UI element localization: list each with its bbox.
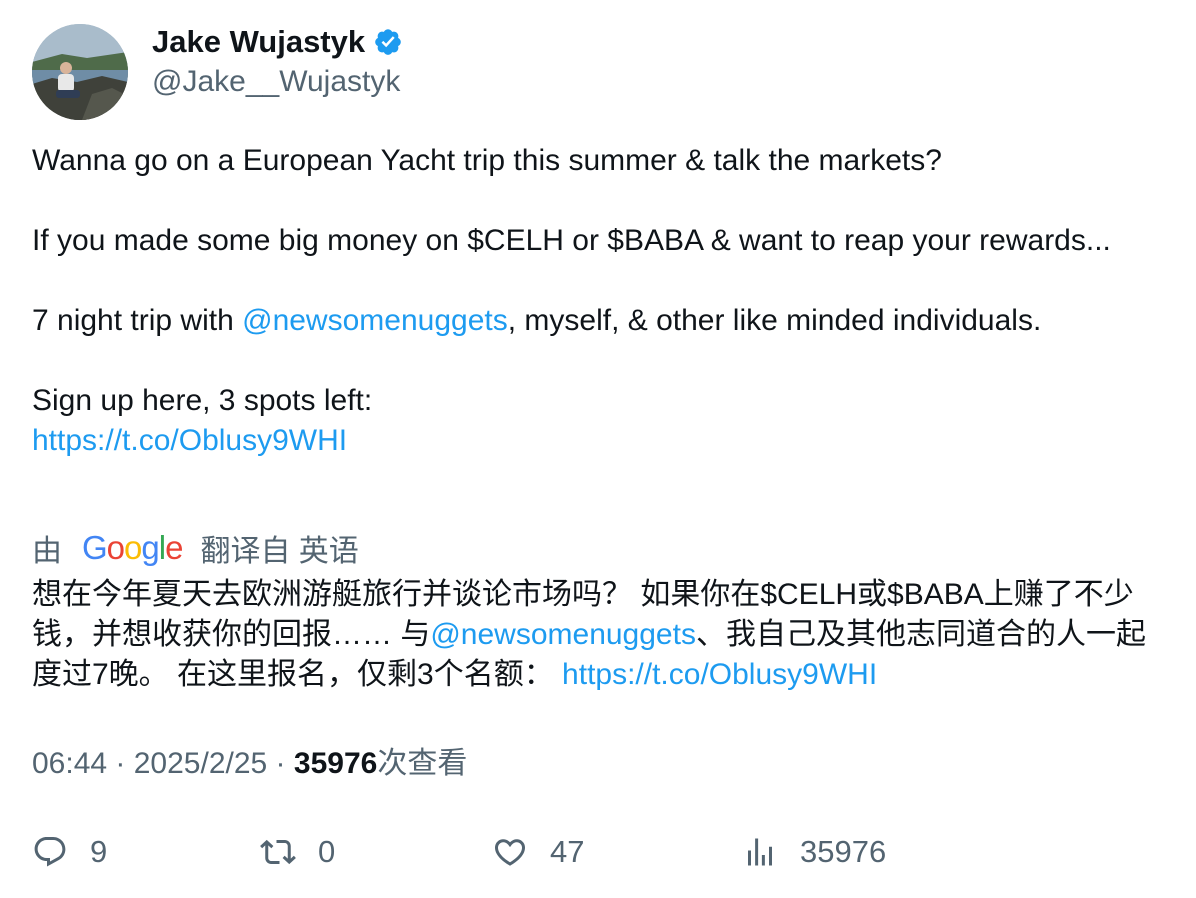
like-button[interactable]: 47 bbox=[492, 832, 584, 872]
google-logo: Google bbox=[82, 529, 183, 566]
translation-attribution: 由 Google 翻译自 英语 bbox=[32, 528, 359, 568]
user-handle[interactable]: @Jake__Wujastyk bbox=[152, 62, 403, 102]
tweet-text-segment: , myself, & other like minded individual… bbox=[507, 304, 1042, 337]
like-icon bbox=[494, 839, 526, 866]
tweet-line: Sign up here, 3 spots left: bbox=[32, 384, 373, 417]
views-icon bbox=[748, 838, 772, 866]
reply-button[interactable]: 9 bbox=[32, 832, 107, 872]
display-name-row: Jake Wujastyk bbox=[152, 24, 403, 60]
meta-separator: · bbox=[107, 747, 134, 780]
signup-link[interactable]: https://t.co/Oblusy9WHI bbox=[562, 658, 877, 691]
reply-icon bbox=[34, 837, 66, 867]
tweet-text: Wanna go on a European Yacht trip this s… bbox=[32, 141, 1167, 461]
tweet-date[interactable]: 2025/2/25 bbox=[134, 747, 267, 780]
tweet-line: 7 night trip with @newsomenuggets, mysel… bbox=[32, 301, 1167, 341]
views-button[interactable]: 35976 bbox=[742, 832, 886, 872]
retweet-count: 0 bbox=[318, 834, 336, 869]
translated-from-label: 翻译自 英语 bbox=[200, 535, 359, 568]
user-names: Jake Wujastyk @Jake__Wujastyk bbox=[152, 24, 403, 102]
tweet-line: Wanna go on a European Yacht trip this s… bbox=[32, 144, 942, 177]
tweet-meta: 06:44 · 2025/2/25 · 35976次查看 bbox=[32, 744, 467, 784]
like-count: 47 bbox=[550, 834, 585, 869]
tweet-line: If you made some big money on $CELH or $… bbox=[32, 224, 1111, 257]
reply-count: 9 bbox=[90, 834, 108, 869]
retweet-icon bbox=[260, 839, 296, 865]
translated-text: 想在今年夏天去欧洲游艇旅行并谈论市场吗？ 如果你在$CELH或$BABA上赚了不… bbox=[32, 575, 1172, 695]
mention-link[interactable]: @newsomenuggets bbox=[242, 304, 508, 337]
views-label: 次查看 bbox=[377, 747, 468, 780]
meta-separator: · bbox=[267, 747, 294, 780]
display-name[interactable]: Jake Wujastyk bbox=[152, 24, 365, 60]
translated-by-label: 由 bbox=[32, 535, 62, 568]
signup-link[interactable]: https://t.co/Oblusy9WHI bbox=[32, 424, 347, 457]
retweet-button[interactable]: 0 bbox=[260, 832, 335, 872]
views-count: 35976 bbox=[293, 747, 378, 780]
views-stat-count: 35976 bbox=[800, 834, 887, 869]
avatar[interactable] bbox=[32, 24, 128, 120]
verified-badge-icon[interactable] bbox=[373, 27, 403, 57]
mention-link[interactable]: @newsomenuggets bbox=[430, 618, 696, 651]
tweet-time[interactable]: 06:44 bbox=[32, 747, 107, 780]
action-bar: 9 0 47 35976 bbox=[32, 832, 1162, 872]
tweet-header: Jake Wujastyk @Jake__Wujastyk bbox=[32, 24, 1162, 120]
tweet-text-segment: 7 night trip with bbox=[32, 304, 243, 337]
